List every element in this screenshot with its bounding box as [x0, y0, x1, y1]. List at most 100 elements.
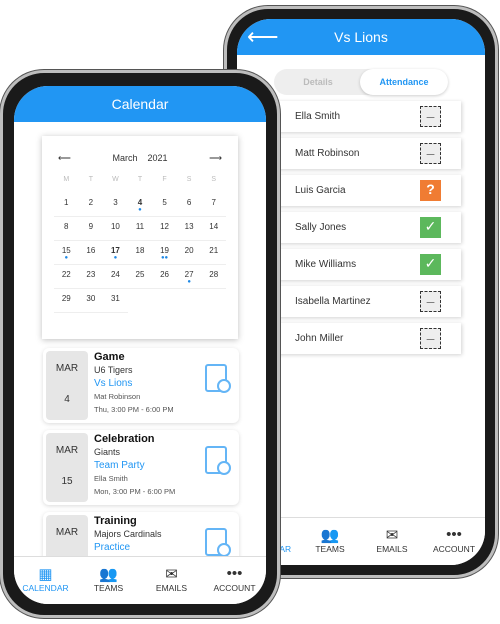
clipboard-search-icon[interactable]: [205, 528, 231, 557]
event-name[interactable]: Practice: [94, 541, 162, 554]
calendar-day[interactable]: 22: [54, 265, 79, 289]
mail-icon: ✉: [165, 566, 178, 583]
calendar-day[interactable]: 13: [176, 217, 202, 241]
day-number: 1: [64, 198, 69, 207]
event-type: Training: [94, 515, 137, 527]
calendar-day[interactable]: 10: [103, 217, 128, 241]
calendar-day[interactable]: 30: [78, 289, 104, 313]
status-checkbox[interactable]: –: [420, 106, 441, 127]
segmented-tabs: Details Attendance: [274, 69, 448, 95]
tab-attendance[interactable]: Attendance: [360, 69, 448, 95]
calendar-day[interactable]: 24: [103, 265, 128, 289]
nav-emails[interactable]: ✉ EMAILS: [140, 557, 203, 604]
event-person: Ella Smith: [94, 474, 128, 483]
status-checkbox[interactable]: ✓: [420, 217, 441, 238]
day-number: 12: [160, 222, 170, 231]
nav-label: TEAMS: [93, 583, 124, 593]
calendar-day[interactable]: ● 17: [103, 241, 128, 265]
calendar-day[interactable]: 11: [127, 217, 153, 241]
list-item: Isabella Martinez –: [255, 286, 461, 317]
event-dot: ●: [64, 255, 69, 261]
day-number: 7: [211, 198, 216, 207]
event-day: 15: [61, 476, 73, 487]
calendar-day[interactable]: 31: [103, 289, 128, 313]
weekday-label: W: [112, 176, 119, 183]
nav-emails[interactable]: ✉ EMAILS: [361, 518, 423, 565]
users-icon: 👥: [320, 527, 340, 544]
event-name[interactable]: Team Party: [94, 459, 175, 472]
calendar-day[interactable]: 12: [152, 217, 177, 241]
calendar-day[interactable]: 23: [78, 265, 104, 289]
calendar-day[interactable]: 18: [127, 241, 153, 265]
calendar-day[interactable]: 1: [54, 193, 79, 217]
player-name: Mike Williams: [295, 259, 357, 270]
nav-teams[interactable]: 👥 TEAMS: [299, 518, 361, 565]
status-checkbox[interactable]: –: [420, 291, 441, 312]
calendar-day[interactable]: 14: [201, 217, 226, 241]
player-name: Isabella Martinez: [295, 296, 371, 307]
calendar-day[interactable]: 7: [201, 193, 226, 217]
calendar-day[interactable]: 25: [127, 265, 153, 289]
clipboard-search-icon[interactable]: [205, 364, 231, 393]
calendar-day[interactable]: ●● 19: [152, 241, 177, 265]
arrow-right-icon[interactable]: ⟶: [209, 153, 222, 164]
player-name: Matt Robinson: [295, 148, 360, 159]
status-checkbox[interactable]: –: [420, 328, 441, 349]
nav-account[interactable]: ••• ACCOUNT: [203, 557, 266, 604]
calendar-day[interactable]: ● 4: [127, 193, 153, 217]
tab-details[interactable]: Details: [274, 69, 362, 95]
calendar-day[interactable]: 29: [54, 289, 79, 313]
nav-teams[interactable]: 👥 TEAMS: [77, 557, 140, 604]
event-dot: ●: [187, 279, 191, 285]
more-icon: •••: [226, 565, 243, 582]
weekday-label: T: [88, 176, 93, 183]
calendar-day[interactable]: 8: [54, 217, 79, 241]
calendar-day[interactable]: 21: [201, 241, 226, 265]
day-number: 2: [88, 198, 94, 207]
calendar-day[interactable]: 6: [176, 193, 202, 217]
header: ⟵ Vs Lions: [237, 19, 485, 55]
weekday-label: M: [63, 176, 70, 183]
clipboard-search-icon[interactable]: [205, 446, 231, 475]
nav-label: CALENDAR: [22, 583, 69, 593]
list-item: Ella Smith –: [255, 101, 461, 132]
event-team: U6 Tigers: [94, 365, 133, 375]
nav-account[interactable]: ••• ACCOUNT: [423, 518, 485, 565]
calendar-day[interactable]: 2: [78, 193, 104, 217]
day-number: 28: [209, 270, 219, 279]
calendar-day[interactable]: 26: [152, 265, 177, 289]
calendar-day[interactable]: 28: [201, 265, 226, 289]
weekday-label: S: [186, 176, 192, 183]
calendar-day[interactable]: ● 27: [176, 265, 202, 289]
event-day: 4: [64, 394, 70, 405]
status-checkbox[interactable]: ?: [420, 180, 441, 201]
event-month: MAR: [55, 527, 79, 538]
day-number: 8: [64, 222, 69, 231]
event-person: Mat Robinson: [94, 392, 141, 401]
event-card[interactable]: MAR 4 Game U6 Tigers Vs Lions Mat Robinson Thu…: [43, 348, 239, 423]
day-number: 19: [160, 246, 170, 255]
calendar-day[interactable]: 20: [176, 241, 202, 265]
weekday-label: F: [162, 176, 167, 183]
status-checkbox[interactable]: –: [420, 143, 441, 164]
player-name: Sally Jones: [295, 222, 347, 233]
day-number: 30: [86, 294, 96, 303]
status-checkbox[interactable]: ✓: [420, 254, 441, 275]
calendar-icon: ▦: [38, 566, 53, 583]
day-number: 6: [186, 198, 192, 207]
calendar-day[interactable]: 5: [152, 193, 177, 217]
event-team: Giants: [94, 447, 121, 457]
calendar-day[interactable]: ● 15: [54, 241, 79, 265]
day-number: 9: [88, 222, 94, 231]
day-number: 15: [61, 246, 71, 255]
nav-calendar[interactable]: ▦CALENDAR: [14, 557, 77, 604]
event-name[interactable]: Vs Lions: [94, 377, 174, 390]
arrow-left-icon[interactable]: ⟵: [58, 153, 71, 164]
calendar-day[interactable]: 9: [78, 217, 104, 241]
event-card[interactable]: MAR 15 Celebration Giants Team Party Ella Smi…: [43, 430, 239, 505]
calendar-day[interactable]: 16: [78, 241, 104, 265]
arrow-left-icon[interactable]: ⟵: [247, 19, 279, 55]
weekday-label: S: [211, 176, 217, 183]
header: Calendar: [14, 86, 266, 122]
calendar-day[interactable]: 3: [103, 193, 128, 217]
